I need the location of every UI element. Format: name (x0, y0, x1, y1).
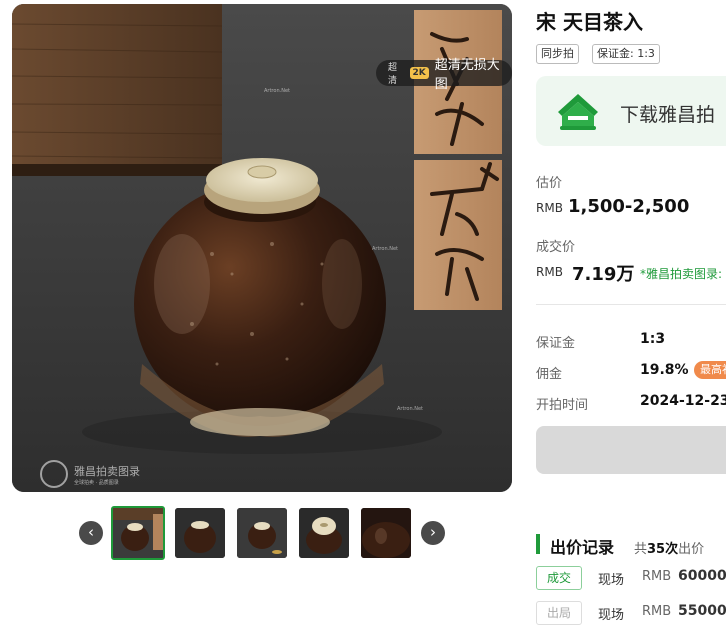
start-time-label: 开拍时间 (536, 398, 589, 413)
hd-small-label: 超清 (388, 63, 398, 86)
thumbnail[interactable] (175, 508, 225, 558)
estimate-value: 1,500-2,500 (568, 196, 690, 217)
app-logo-icon (558, 94, 598, 130)
bid-history-title: 出价记录 (550, 538, 615, 557)
main-product-image[interactable]: Artron.Net Artron.Net Artron.Net 超清 2K 超… (12, 4, 512, 492)
watermark: Artron.Net (264, 88, 290, 94)
lot-title: 宋 天目茶入 (536, 10, 643, 34)
section-accent-bar (536, 534, 540, 554)
hd-image-label: 超清无损大图 (434, 58, 500, 92)
sold-price-label: 成交价 (536, 240, 576, 255)
chevron-left-icon: ‹ (88, 523, 94, 541)
brand-watermark: 雅昌拍卖图录 全球拍卖 · 品质图录 (40, 460, 140, 488)
bid-count-suffix: 出价 (678, 542, 705, 557)
bid-amount: 60000 (678, 568, 726, 584)
thumbnail-strip: ‹ › (78, 504, 448, 562)
commission-value: 19.8% (640, 362, 689, 378)
bid-count-prefix: 共 (634, 542, 648, 557)
watermark: Artron.Net (397, 406, 423, 412)
sync-auction-tag: 同步拍 (536, 44, 579, 64)
start-time-value: 2024-12-23 (640, 393, 726, 409)
bid-count: 共35次出价 (634, 538, 704, 557)
thumbnail[interactable] (111, 506, 165, 560)
next-image-button[interactable]: › (421, 521, 445, 545)
bid-status-out: 出局 (536, 601, 582, 625)
estimate-currency: RMB (536, 201, 563, 215)
brand-logo-icon (40, 460, 68, 488)
bid-amount: 55000 (678, 603, 726, 619)
brand-name: 雅昌拍卖图录 (74, 464, 140, 478)
action-button[interactable] (536, 426, 726, 474)
bid-currency: RMB (642, 604, 672, 619)
thumbnail[interactable] (361, 508, 411, 558)
commission-badge[interactable]: 最高补 (694, 361, 726, 379)
bid-type: 现场 (598, 608, 625, 623)
bid-type: 现场 (598, 573, 625, 588)
watermark: Artron.Net (372, 246, 398, 252)
download-app-text: 下载雅昌拍 (620, 104, 716, 126)
prev-image-button[interactable]: ‹ (79, 521, 103, 545)
hd-image-button[interactable]: 超清 2K 超清无损大图 (376, 58, 512, 92)
deposit-label: 保证金 (536, 336, 576, 351)
divider (536, 304, 726, 305)
sold-price-note: *雅昌拍卖图录: (640, 267, 723, 281)
resolution-badge: 2K (409, 67, 429, 79)
deposit-value: 1:3 (640, 331, 666, 347)
thumbnail[interactable] (237, 508, 287, 558)
bid-count-number: 35次 (647, 542, 679, 557)
sold-currency: RMB (536, 265, 563, 279)
download-app-banner[interactable]: 下载雅昌拍 (536, 76, 726, 146)
estimate-label: 估价 (536, 176, 563, 191)
chevron-right-icon: › (430, 523, 436, 541)
bid-status-deal: 成交 (536, 566, 582, 590)
sold-price-value: 7.19万 (572, 264, 635, 285)
thumbnail[interactable] (299, 508, 349, 558)
bid-currency: RMB (642, 569, 672, 584)
deposit-ratio-tag: 保证金: 1:3 (592, 44, 660, 64)
brand-tagline: 全球拍卖 · 品质图录 (74, 479, 119, 486)
commission-label: 佣金 (536, 367, 563, 382)
